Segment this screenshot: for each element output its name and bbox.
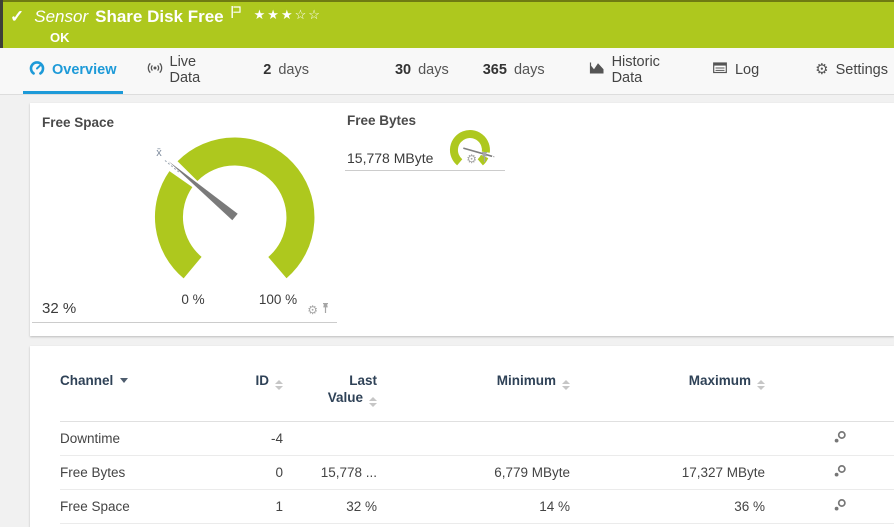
- table-row-free-space: Free Space 1 32 % 14 % 36 %: [60, 490, 894, 524]
- column-header-maximum[interactable]: Maximum: [570, 346, 765, 422]
- channel-id: 1: [225, 490, 283, 524]
- free-space-gauge-widget: Free Space x̄ 0 % 100 % 32 % ⚙: [32, 103, 337, 323]
- table-row-free-bytes: Free Bytes 0 15,778 ... 6,779 MByte 17,3…: [60, 456, 894, 490]
- table-row-downtime: Downtime -4: [60, 422, 894, 456]
- broadcast-icon: [147, 60, 163, 80]
- channel-last-value: 32 %: [283, 490, 377, 524]
- tab-2-days[interactable]: 2 days: [257, 48, 315, 94]
- status-badge: OK: [50, 30, 70, 45]
- tab-bar: Overview Live Data 2 days 30 days 365 da…: [0, 48, 894, 95]
- column-header-channel[interactable]: Channel: [60, 346, 225, 422]
- tab-label: Live Data: [170, 54, 204, 86]
- gauge-value: 32 %: [42, 300, 76, 317]
- channel-maximum: 36 %: [570, 490, 765, 524]
- overview-panel: Free Space x̄ 0 % 100 % 32 % ⚙ Free Byte…: [30, 103, 894, 336]
- channel-last-value: 15,778 ...: [283, 456, 377, 490]
- gear-icon: ⚙: [815, 62, 828, 77]
- gauge-title: Free Space: [42, 115, 114, 130]
- channel-id: -4: [225, 422, 283, 456]
- gauge-value: 15,778 MByte: [347, 150, 433, 166]
- gauge-title: Free Bytes: [347, 113, 416, 128]
- channel-settings-icon[interactable]: [833, 466, 847, 481]
- tab-live-data[interactable]: Live Data: [141, 48, 210, 94]
- tab-label: Log: [735, 62, 759, 78]
- channel-minimum: 14 %: [377, 490, 570, 524]
- channel-settings-icon[interactable]: [833, 500, 847, 515]
- channel-last-value: [283, 422, 377, 456]
- gauge-scale-min: 0 %: [181, 292, 204, 307]
- column-header-actions: [765, 346, 894, 422]
- tab-label: Overview: [52, 62, 117, 78]
- gauge-scale-max: 100 %: [259, 292, 297, 307]
- status-check-icon: ✓: [10, 7, 24, 27]
- pin-icon[interactable]: [480, 150, 489, 168]
- sensor-header: ✓ Sensor Share Disk Free ★★★☆☆ OK: [0, 0, 894, 48]
- sort-icon: [562, 380, 570, 390]
- gear-icon[interactable]: ⚙: [466, 153, 477, 165]
- column-header-last-value[interactable]: Last Value: [283, 346, 377, 422]
- free-space-gauge: x̄ 0 % 100 %: [120, 125, 330, 317]
- sensor-title-row: ✓ Sensor Share Disk Free ★★★☆☆: [10, 7, 322, 27]
- gauge-icon: [29, 60, 45, 80]
- channel-id: 0: [225, 456, 283, 490]
- channel-minimum: 6,779 MByte: [377, 456, 570, 490]
- column-header-minimum[interactable]: Minimum: [377, 346, 570, 422]
- column-header-id[interactable]: ID: [225, 346, 283, 422]
- channel-settings-icon[interactable]: [833, 432, 847, 447]
- tab-365-days[interactable]: 365 days: [477, 48, 551, 94]
- tab-log[interactable]: Log: [706, 48, 765, 94]
- channel-maximum: [570, 422, 765, 456]
- priority-stars[interactable]: ★★★☆☆: [254, 7, 322, 23]
- channel-name: Downtime: [60, 422, 225, 456]
- channel-name: Free Space: [60, 490, 225, 524]
- log-icon: [712, 60, 728, 79]
- table-header-row: Channel ID Last Value Minimum Maximum: [60, 346, 894, 422]
- gear-icon[interactable]: ⚙: [307, 304, 318, 316]
- channels-panel: Channel ID Last Value Minimum Maximum: [30, 346, 894, 527]
- tab-label: Historic Data: [612, 54, 660, 86]
- tab-label: Settings: [836, 62, 888, 78]
- sensor-name: Share Disk Free: [95, 7, 224, 27]
- tab-settings[interactable]: ⚙ Settings: [809, 48, 894, 94]
- sort-desc-icon: [120, 378, 128, 383]
- tab-30-days[interactable]: 30 days: [389, 48, 455, 94]
- sort-icon: [757, 380, 765, 390]
- gauge-mean-marker: x̄: [156, 147, 162, 159]
- prtg-sensor-page: ✓ Sensor Share Disk Free ★★★☆☆ OK Overvi…: [0, 0, 894, 527]
- tab-historic-data[interactable]: Historic Data: [583, 48, 666, 94]
- pin-icon[interactable]: [321, 301, 330, 319]
- channel-minimum: [377, 422, 570, 456]
- free-bytes-gauge-widget: Free Bytes 15,778 MByte ⚙: [345, 103, 505, 171]
- sort-icon: [369, 397, 377, 407]
- tab-overview[interactable]: Overview: [23, 48, 123, 94]
- flag-icon[interactable]: [230, 5, 242, 24]
- sensor-kind-label: Sensor: [34, 7, 88, 27]
- area-chart-icon: [589, 60, 605, 79]
- channel-maximum: 17,327 MByte: [570, 456, 765, 490]
- channel-name: Free Bytes: [60, 456, 225, 490]
- channels-table: Channel ID Last Value Minimum Maximum: [60, 346, 894, 524]
- sort-icon: [275, 380, 283, 390]
